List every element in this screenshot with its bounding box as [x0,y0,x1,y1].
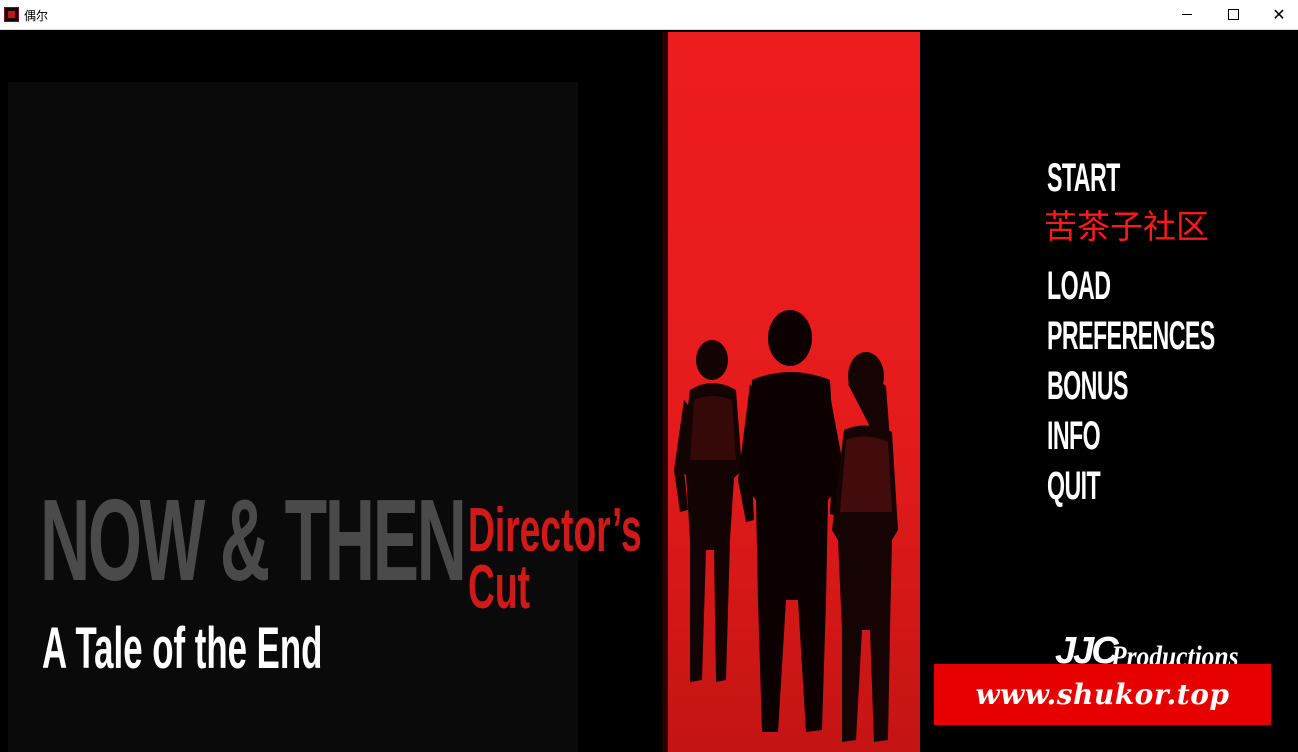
edition-label-line2: Cut [468,553,530,623]
menu-start[interactable]: START [1047,158,1120,198]
minimize-button[interactable] [1164,0,1210,29]
window-title: 偶尔 [24,9,49,23]
menu-bonus[interactable]: BONUS [1047,366,1128,406]
edition-label-line1: Director’s [468,496,642,565]
game-subtitle: A Tale of the End [42,616,323,681]
menu-preferences[interactable]: PREFERENCES [1047,316,1215,356]
game-title: NOW & THEN [40,475,467,605]
watermark-banner: www.shukor.top [934,664,1271,725]
close-icon: ✕ [1272,5,1286,24]
game-screen: NOW & THEN Director’s Cut A Tale of the … [0,30,1298,752]
menu-quit[interactable]: QUIT [1047,466,1101,506]
window-titlebar: 偶尔 ✕ [0,0,1298,30]
maximize-icon [1227,9,1239,20]
menu-community[interactable]: 苦茶子社区 [1044,210,1209,243]
close-button[interactable]: ✕ [1256,0,1298,29]
maximize-button[interactable] [1210,0,1256,29]
edition-label: Director’s Cut [468,496,648,623]
menu-load[interactable]: LOAD [1047,266,1111,306]
menu-info[interactable]: INFO [1047,416,1101,456]
characters-illustration [674,310,898,742]
app-icon [4,7,19,22]
watermark-text: www.shukor.top [975,678,1230,711]
minimize-icon [1182,14,1192,15]
